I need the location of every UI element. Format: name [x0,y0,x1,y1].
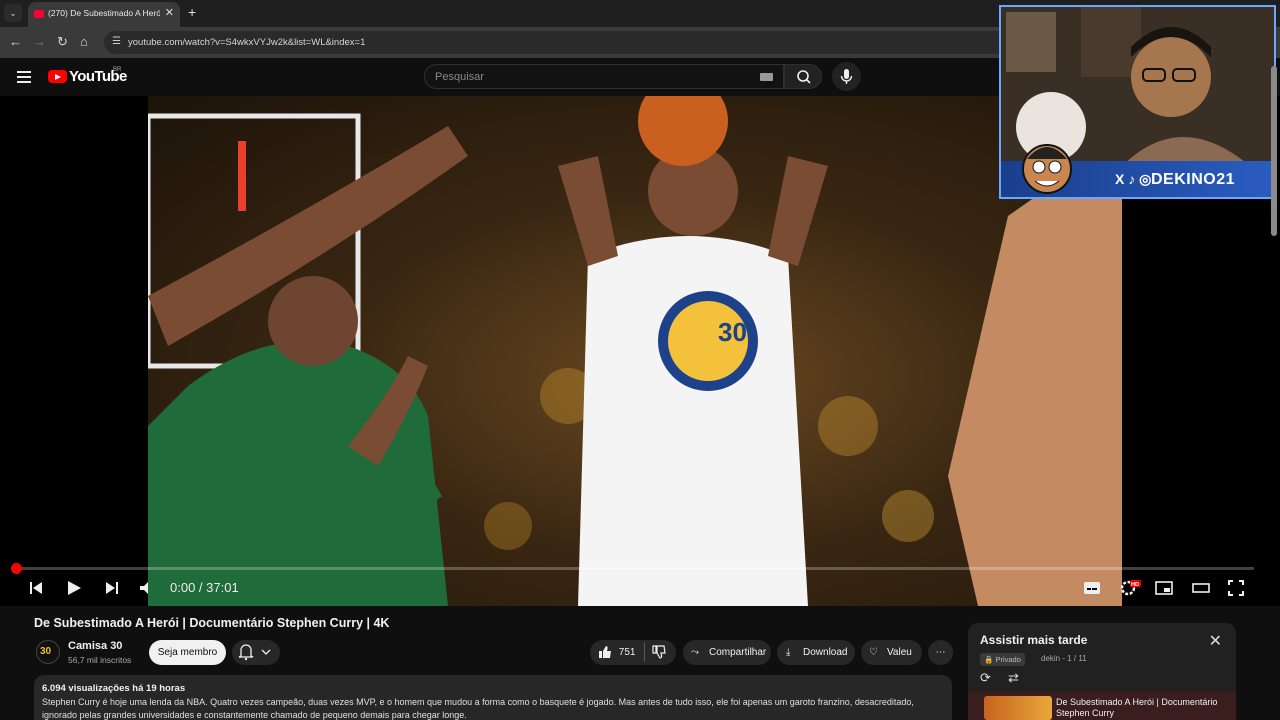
playlist-item-title: De Subestimado A Herói | Documentário St… [1056,697,1218,718]
privacy-badge: 🔒 Privado [980,653,1025,666]
more-actions-button[interactable]: ⋯ [928,640,953,665]
description-box[interactable]: 6.094 visualizações há 19 horas Stephen … [34,675,952,720]
scrubber-handle[interactable] [11,563,22,574]
like-count: 751 [618,647,636,658]
playlist-item-thumbnail [984,696,1052,720]
social-banner: X ♪ ◎ DEKINO21 [1001,144,1274,197]
bell-icon [238,644,271,661]
keyboard-icon[interactable] [760,73,773,81]
back-arrow-icon[interactable]: ← [9,34,22,49]
video-scene-image: 30 [148,96,1122,606]
channel-name[interactable]: Camisa 30 [68,640,122,652]
share-label: Compartilhar [709,647,767,658]
description-text: Stephen Curry é hoje uma lenda da NBA. Q… [42,697,914,720]
heart-dollar-icon: ♡ [869,647,878,658]
channel-avatar-text: 30 [40,646,52,657]
streamer-webcam-overlay: X ♪ ◎ DEKINO21 [999,5,1276,199]
thumbs-down-icon [652,645,666,659]
tab-title: (270) De Subestimado A Herói | Do [48,8,160,18]
time-display: 0:00 / 37:01 [170,580,239,595]
previous-icon[interactable] [28,580,44,596]
video-frame[interactable]: 30 [148,96,1122,606]
privacy-label: Privado [995,655,1021,664]
shuffle-icon[interactable]: ⇄ [1008,670,1019,686]
home-icon[interactable]: ⌂ [80,34,88,49]
tab-close-icon[interactable]: ✕ [165,6,174,19]
dislike-button[interactable] [652,640,666,665]
search-placeholder: Pesquisar [435,71,484,83]
hamburger-menu-icon[interactable] [17,71,31,83]
share-icon: ⤳ [691,647,699,658]
video-title: De Subestimado A Herói | Documentário St… [34,616,390,630]
like-dislike-group: 751 [590,640,676,665]
search-input[interactable]: Pesquisar [424,64,784,89]
youtube-favicon-icon [34,10,44,18]
search-button[interactable] [784,64,822,89]
search-icon [797,70,811,84]
microphone-icon [840,69,853,84]
url-text: youtube.com/watch?v=S4wkxVYJw2k&list=WL&… [128,37,366,48]
streamer-handle: DEKINO21 [1151,171,1236,188]
playlist-meta: dekin - 1 / 11 [1041,654,1087,663]
divider [644,642,645,662]
more-icon: ⋯ [935,647,946,658]
download-icon: ⤓ [786,647,791,658]
svg-text:HD: HD [1131,582,1139,588]
voice-search-button[interactable] [832,62,861,91]
fullscreen-icon[interactable] [1228,580,1244,596]
miniplayer-icon[interactable] [1155,580,1173,596]
thanks-button[interactable]: ♡ Valeu [861,640,922,665]
download-button[interactable]: ⤓ Download [777,640,855,665]
close-icon[interactable]: ✕ [1209,631,1222,651]
social-icons: X ♪ ◎ [1115,171,1152,187]
svg-text:30: 30 [718,317,747,347]
join-button[interactable]: Seja membro [149,640,226,665]
volume-icon[interactable] [139,580,155,596]
playlist-title[interactable]: Assistir mais tarde [980,633,1087,647]
theater-mode-icon[interactable] [1192,580,1210,596]
loop-icon[interactable]: ⟳ [980,670,991,686]
settings-gear-icon[interactable]: HD [1119,580,1141,596]
subscriber-count: 56,7 mil inscritos [68,655,132,665]
page-scrollbar[interactable] [1271,58,1278,238]
like-button[interactable]: 751 [598,640,635,665]
youtube-logo-icon[interactable] [48,70,67,83]
country-code: BR [113,67,122,73]
forward-arrow-icon[interactable]: → [33,34,46,49]
scrollbar-thumb[interactable] [1271,66,1277,236]
subtitles-icon[interactable] [1083,580,1101,596]
site-info-icon[interactable]: ☰ [112,36,121,47]
notification-bell-button[interactable] [232,640,280,665]
playlist-item[interactable]: De Subestimado A Herói | Documentário St… [968,691,1236,720]
thumbs-up-icon [599,646,611,659]
browser-tab-youtube[interactable]: (270) De Subestimado A Herói | Do ✕ [28,2,180,27]
new-tab-button[interactable]: + [188,4,196,20]
thanks-label: Valeu [887,647,912,658]
download-label: Download [803,647,848,658]
share-button[interactable]: ⤳ Compartilhar [683,640,771,665]
progress-bar[interactable] [16,567,1254,570]
tab-search-button[interactable]: ⌄ [4,4,22,22]
playlist-panel: Assistir mais tarde ✕ 🔒 Privado dekin - … [968,623,1236,720]
cartoon-avatar-icon [1022,144,1072,194]
reload-icon[interactable]: ↻ [57,34,68,50]
view-count-date: 6.094 visualizações há 19 horas [42,683,186,694]
next-icon[interactable] [104,580,120,596]
channel-avatar[interactable]: 30 [36,640,60,664]
play-icon[interactable] [65,580,83,596]
